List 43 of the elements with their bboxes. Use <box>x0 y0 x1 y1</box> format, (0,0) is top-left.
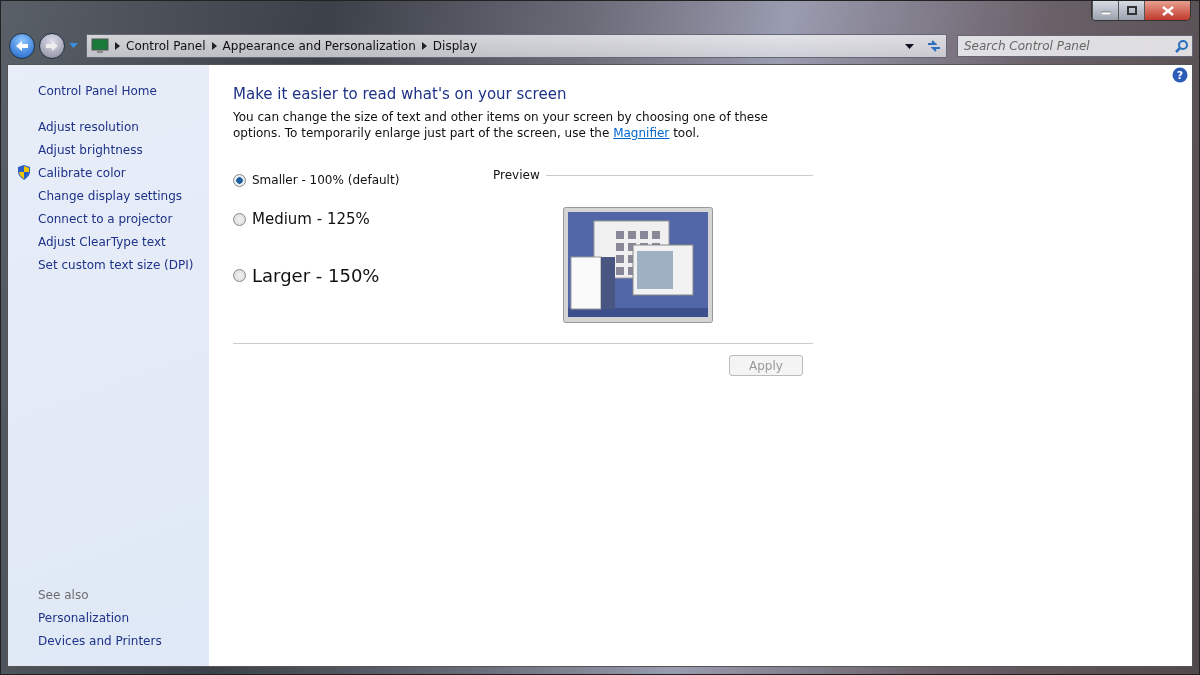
sidebar-link[interactable]: Set custom text size (DPI) <box>8 253 209 276</box>
search-icon <box>1175 39 1188 53</box>
sidebar-link[interactable]: Connect to a projector <box>8 207 209 230</box>
maximize-button[interactable] <box>1118 1 1144 20</box>
breadcrumb[interactable]: Display <box>426 39 484 53</box>
help-icon[interactable]: ? <box>1172 67 1188 83</box>
refresh-icon[interactable] <box>926 39 942 53</box>
forward-button[interactable] <box>39 33 65 59</box>
sidebar-link[interactable]: Adjust resolution <box>8 115 209 138</box>
radio-button[interactable] <box>233 173 246 187</box>
radio-button[interactable] <box>233 268 246 282</box>
page-title: Make it easier to read what's on your screen <box>233 85 568 103</box>
close-button[interactable] <box>1144 1 1190 20</box>
size-option[interactable]: Larger - 150% <box>233 247 380 303</box>
sidebar-link[interactable]: Adjust ClearType text <box>8 230 209 253</box>
search-box[interactable]: Search Control Panel <box>957 35 1193 57</box>
radio-button[interactable] <box>233 212 246 226</box>
left-arrow-icon <box>15 40 29 52</box>
search-field[interactable]: Search Control Panel <box>962 38 1175 54</box>
size-option[interactable]: Smaller - 100% (default) <box>233 169 400 191</box>
minimize-button[interactable] <box>1092 1 1118 20</box>
monitor-icon <box>91 38 109 54</box>
maximize-icon <box>1126 6 1137 15</box>
sidebar-link[interactable]: Devices and Printers <box>8 629 209 652</box>
breadcrumb[interactable]: Appearance and Personalization <box>216 39 422 53</box>
description-text: You can change the size of text and other items on your screen by choosing one of these options. To temporarily enlarge just part of the screen, use the Magnifier tool. <box>233 109 769 141</box>
right-arrow-icon <box>45 40 59 52</box>
sidebar-link[interactable]: Control Panel Home <box>8 79 209 102</box>
magnifier-link[interactable]: Magnifier <box>613 126 670 140</box>
dropdown-icon[interactable] <box>905 43 914 49</box>
see-also-heading: See also <box>37 586 90 604</box>
preview-label: Preview <box>493 168 540 182</box>
sidebar-link[interactable]: Change display settings <box>8 184 209 207</box>
sidebar-link[interactable]: Calibrate color <box>8 161 209 184</box>
chevron-icon[interactable] <box>421 42 427 50</box>
back-button[interactable] <box>9 33 35 59</box>
close-icon <box>1161 5 1174 16</box>
sidebar-link[interactable]: Personalization <box>8 606 209 629</box>
size-option[interactable]: Medium - 125% <box>233 191 370 247</box>
breadcrumb[interactable]: Control Panel <box>120 39 212 53</box>
sidebar-link[interactable]: Adjust brightness <box>8 138 209 161</box>
chevron-icon[interactable] <box>115 42 120 50</box>
chevron-icon[interactable] <box>211 42 217 50</box>
